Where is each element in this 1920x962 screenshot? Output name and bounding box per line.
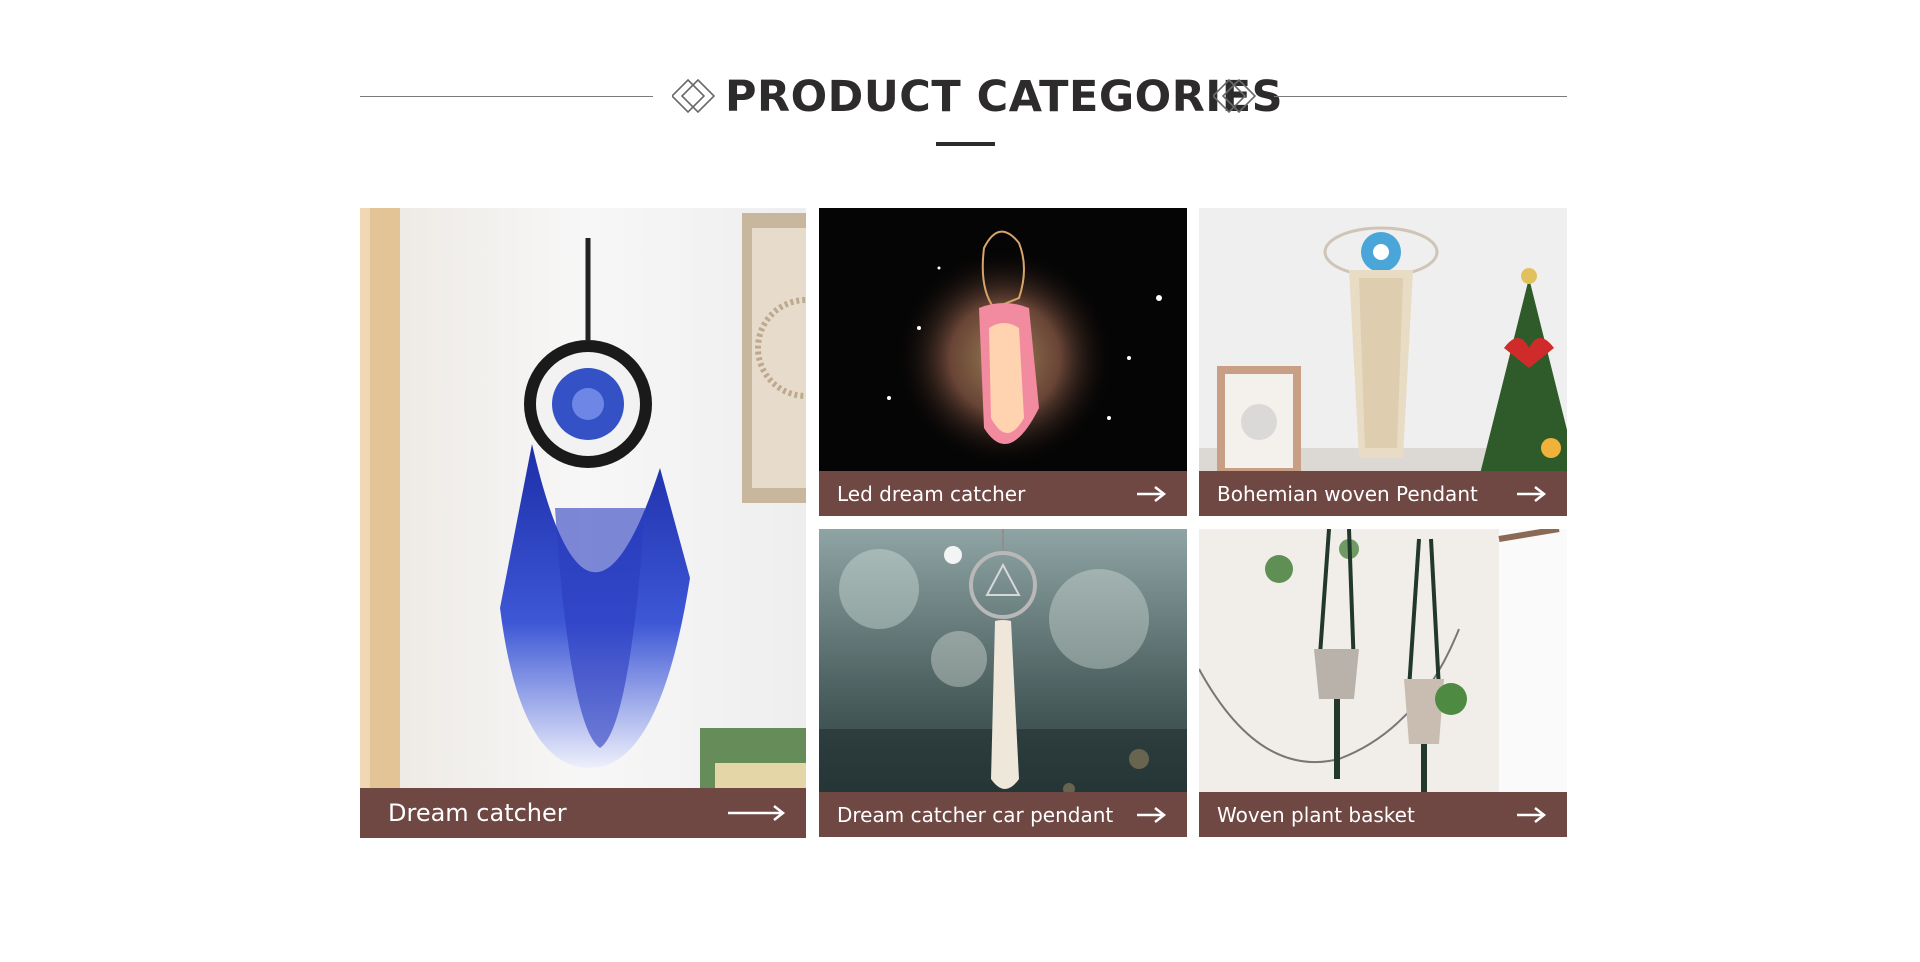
long-arrow-right-icon[interactable] [726, 803, 786, 823]
title-underline [936, 142, 995, 146]
led-dream-catcher-image [819, 208, 1187, 516]
category-label-bar: Dream catcher [360, 788, 806, 838]
bohemian-woven-pendant-image [1199, 208, 1567, 516]
section-heading: PRODUCT CATEGORIES [360, 60, 1567, 160]
category-label-bar: Led dream catcher [819, 471, 1187, 516]
woven-plant-basket-image [1199, 529, 1567, 837]
dream-catcher-image [360, 208, 806, 838]
arrow-right-icon[interactable] [1515, 484, 1547, 504]
arrow-right-icon[interactable] [1515, 805, 1547, 825]
category-label: Led dream catcher [837, 481, 1026, 506]
category-label: Bohemian woven Pendant [1217, 481, 1478, 506]
section-title: PRODUCT CATEGORIES [725, 72, 1284, 122]
category-card-dream-catcher[interactable]: Dream catcher [360, 208, 806, 838]
category-label: Woven plant basket [1217, 802, 1415, 827]
diamond-ornament-icon [1213, 78, 1257, 114]
category-label: Dream catcher car pendant [837, 802, 1114, 827]
category-card-dream-catcher-car-pendant[interactable]: Dream catcher car pendant [819, 529, 1187, 837]
heading-divider-right [1274, 96, 1567, 97]
category-label: Dream catcher [388, 799, 567, 827]
arrow-right-icon[interactable] [1135, 484, 1167, 504]
diamond-ornament-icon [672, 78, 716, 114]
category-label-bar: Bohemian woven Pendant [1199, 471, 1567, 516]
category-card-bohemian-woven-pendant[interactable]: Bohemian woven Pendant [1199, 208, 1567, 516]
category-card-woven-plant-basket[interactable]: Woven plant basket [1199, 529, 1567, 837]
category-label-bar: Woven plant basket [1199, 792, 1567, 837]
arrow-right-icon[interactable] [1135, 805, 1167, 825]
category-label-bar: Dream catcher car pendant [819, 792, 1187, 837]
heading-divider-left [360, 96, 653, 97]
category-card-led-dream-catcher[interactable]: Led dream catcher [819, 208, 1187, 516]
dream-catcher-car-pendant-image [819, 529, 1187, 837]
